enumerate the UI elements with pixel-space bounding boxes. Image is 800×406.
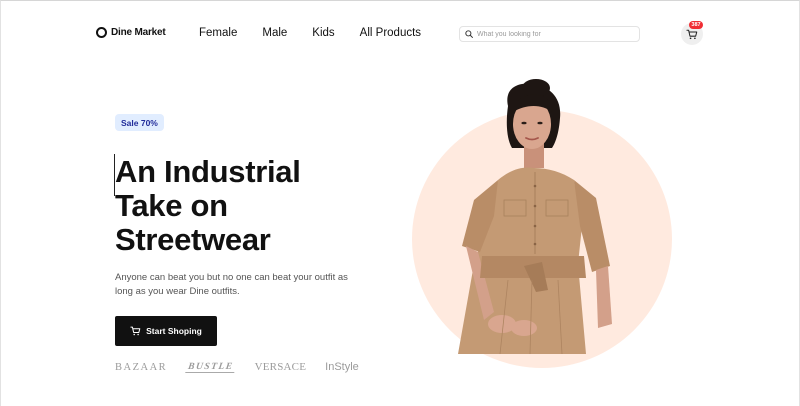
sale-badge: Sale 70% [115,114,164,131]
logo-text: Dine Market [111,27,166,38]
hero-description: Anyone can beat you but no one can beat … [115,272,348,297]
cart-button[interactable]: 387 [681,21,703,45]
brand-logo-bazaar: BAZAAR [115,361,168,373]
brand-logo-instyle: InStyle [325,361,359,373]
nav-link-male[interactable]: Male [262,27,287,39]
brand-logo-bustle: BUSTLE [185,361,237,373]
brand-logos: BAZAAR BUSTLE VERSACE InStyle [115,361,359,373]
hero-title-line: An Industrial [115,154,301,189]
main-nav: Female Male Kids All Products [199,27,421,39]
model-photo [458,79,612,355]
hero-title-line: Take on [115,188,228,223]
nav-link-female[interactable]: Female [199,27,237,39]
hero-title-line: Streetwear [115,222,271,257]
ring-logo-icon [96,27,107,38]
shopping-cart-icon [686,29,698,39]
start-shopping-button[interactable]: Start Shoping [115,316,217,346]
search-icon [465,30,473,38]
cart-icon [130,326,141,336]
nav-link-all-products[interactable]: All Products [360,27,421,39]
search-bar[interactable] [459,26,640,42]
hero-title: An Industrial Take on Streetwear [115,155,375,257]
nav-link-kids[interactable]: Kids [312,27,334,39]
hero-image [412,76,684,376]
logo[interactable]: Dine Market [96,27,166,38]
brand-logo-versace: VERSACE [254,361,307,373]
start-shopping-label: Start Shoping [146,326,202,336]
cart-count-badge: 387 [689,21,703,29]
search-input[interactable] [477,28,637,40]
